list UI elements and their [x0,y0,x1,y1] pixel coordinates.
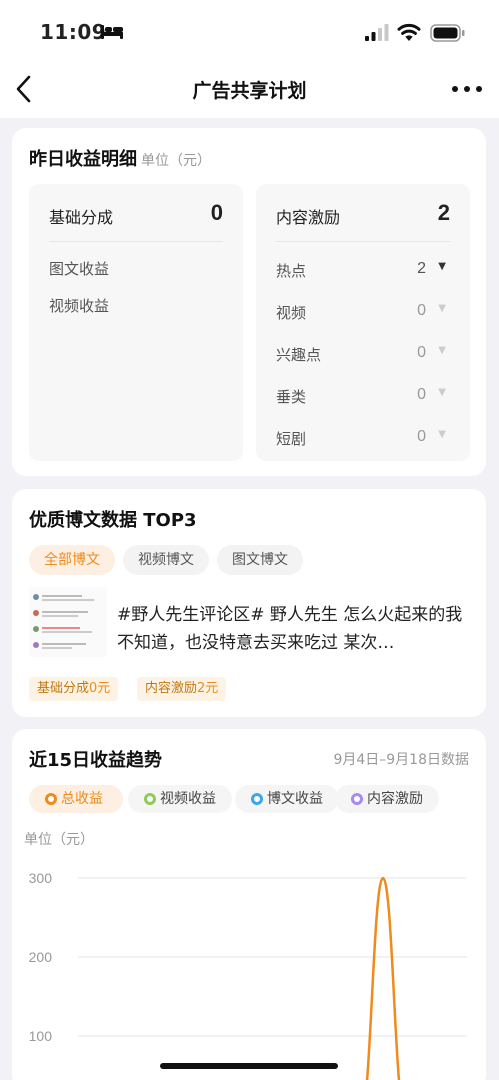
tab-video-posts[interactable]: 视频博文 [123,545,209,575]
basic-share-header: 基础分成 0 [49,200,223,242]
page-title: 广告共享计划 [192,80,307,102]
earnings-trend-chart: 300 200 100 [29,870,467,1080]
yesterday-earnings-card: 昨日收益明细 单位（元） 基础分成 0 图文收益 视频收益 内容激励 2 热点 2… [12,128,486,476]
incentive-row-label: 兴趣点 [276,346,322,364]
basic-item-video: 视频收益 [49,297,110,315]
trend-title: 近15日收益趋势 [29,750,163,771]
wifi-icon [397,23,421,41]
content-incentive-header: 内容激励 2 [276,200,450,242]
legend-dot-icon [45,793,57,805]
tag-content-incentive: 内容激励2元 [137,677,227,701]
cellular-signal-icon [365,24,389,41]
incentive-row-label: 垂类 [276,388,307,406]
more-options-icon[interactable] [451,84,483,94]
trend-date-range: 9月4日–9月18日数据 [333,752,469,768]
incentive-row-label: 视频 [276,304,307,322]
dropdown-triangle-icon[interactable]: ▼ [438,387,446,398]
tab-all-posts[interactable]: 全部博文 [29,545,115,575]
nav-bar: 广告共享计划 [0,62,499,118]
incentive-row-value: 0 [417,428,426,445]
yesterday-earnings-title: 昨日收益明细 单位（元） [29,145,211,171]
bed-icon [101,25,123,39]
dropdown-triangle-icon[interactable]: ▼ [438,303,446,314]
status-bar: 11:09 [0,0,499,62]
incentive-row-label: 短剧 [276,430,307,448]
legend-content-incentive[interactable]: 内容激励 [335,785,439,813]
legend-post-earnings[interactable]: 博文收益 [235,785,339,813]
basic-item-image-text: 图文收益 [49,260,110,278]
post-summary-text[interactable]: #野人先生评论区# 野人先生 怎么火起来的我不知道，也没特意去买来吃过 某次… [117,601,467,657]
incentive-row-interest[interactable]: 兴趣点 0 ▼ [276,344,450,368]
tab-image-text-posts[interactable]: 图文博文 [217,545,303,575]
yesterday-unit-hint: 单位（元） [141,153,211,169]
legend-dot-icon [144,793,156,805]
tag-content-label: 内容激励 [145,681,198,696]
tag-basic-value: 0元 [89,681,111,696]
dropdown-triangle-icon[interactable]: ▼ [438,261,446,272]
legend-total-earnings[interactable]: 总收益 [29,785,123,813]
tag-content-value: 2元 [197,681,219,696]
legend-label: 视频收益 [160,791,216,807]
incentive-row-short-drama[interactable]: 短剧 0 ▼ [276,428,450,452]
yesterday-earnings-heading: 昨日收益明细 [29,149,137,170]
post-thumbnail[interactable] [29,587,107,657]
top3-title: 优质博文数据 TOP3 [29,510,197,531]
content-incentive-panel: 内容激励 2 热点 2 ▼ 视频 0 ▼ 兴趣点 0 ▼ 垂类 0 ▼ 短剧 0… [256,184,470,461]
incentive-row-value: 0 [417,386,426,403]
legend-dot-icon [251,793,263,805]
dropdown-triangle-icon[interactable]: ▼ [438,345,446,356]
basic-share-label: 基础分成 [49,208,114,227]
chart-unit-label: 单位（元） [24,832,94,848]
dropdown-triangle-icon[interactable]: ▼ [438,429,446,440]
incentive-row-value: 2 [417,260,426,277]
incentive-row-video[interactable]: 视频 0 ▼ [276,302,450,326]
content-incentive-label: 内容激励 [276,208,341,227]
y-tick-label: 100 [29,1028,53,1044]
tag-basic-label: 基础分成 [37,681,90,696]
home-indicator[interactable] [160,1063,338,1069]
basic-share-value: 0 [210,200,223,225]
legend-dot-icon [351,793,363,805]
basic-share-panel: 基础分成 0 图文收益 视频收益 [29,184,243,461]
incentive-row-hot[interactable]: 热点 2 ▼ [276,260,450,284]
legend-label: 博文收益 [267,791,323,807]
content-incentive-value: 2 [437,200,450,225]
y-tick-label: 300 [29,870,53,886]
incentive-row-vertical[interactable]: 垂类 0 ▼ [276,386,450,410]
legend-label: 总收益 [61,791,103,807]
top3-posts-card: 优质博文数据 TOP3 全部博文 视频博文 图文博文 #野人先生评论区# 野人先… [12,489,486,717]
series-line-total-earnings [365,876,401,1080]
legend-video-earnings[interactable]: 视频收益 [128,785,232,813]
incentive-row-value: 0 [417,344,426,361]
incentive-row-value: 0 [417,302,426,319]
status-time: 11:09 [40,20,107,44]
battery-icon [430,24,465,42]
tag-basic-share: 基础分成0元 [29,677,119,701]
earnings-trend-card: 近15日收益趋势 9月4日–9月18日数据 总收益 视频收益 博文收益 内容激励… [12,729,486,1080]
y-tick-label: 200 [29,949,53,965]
incentive-row-label: 热点 [276,262,307,280]
legend-label: 内容激励 [367,791,423,807]
